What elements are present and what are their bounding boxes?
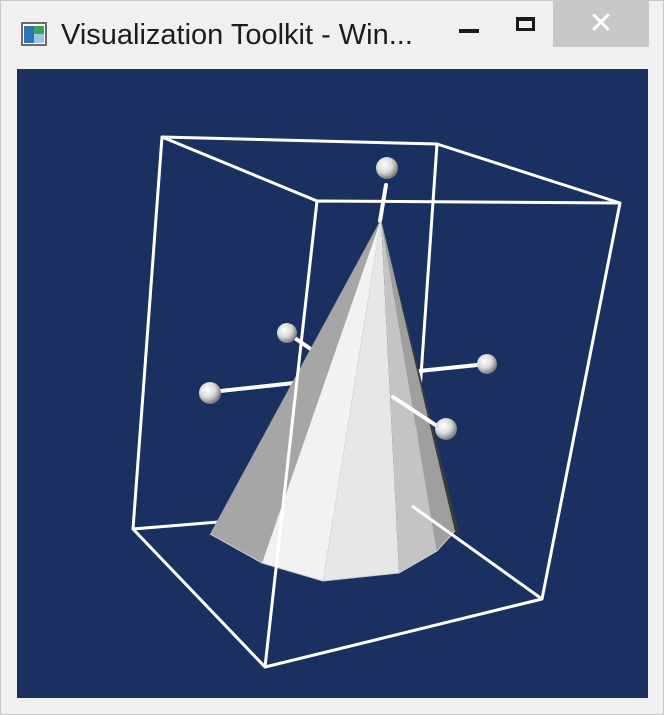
close-button[interactable]: ✕ — [553, 1, 649, 47]
vtk-window: Visualization Toolkit - Win... ✕ — [0, 0, 664, 715]
maximize-icon — [515, 17, 535, 31]
upper-left-handle-sphere[interactable] — [277, 323, 297, 343]
lower-right-handle-sphere[interactable] — [435, 418, 457, 440]
right-handle-sphere[interactable] — [477, 354, 497, 374]
close-icon: ✕ — [588, 6, 614, 41]
maximize-button[interactable] — [497, 1, 553, 47]
minimize-icon — [459, 29, 479, 33]
vtk-app-icon[interactable] — [21, 21, 47, 47]
render-viewport[interactable] — [17, 69, 648, 698]
minimize-button[interactable] — [441, 1, 497, 47]
top-handle-sphere[interactable] — [376, 157, 398, 179]
left-handle-sphere[interactable] — [199, 382, 221, 404]
window-title: Visualization Toolkit - Win... — [61, 19, 413, 51]
title-bar[interactable]: Visualization Toolkit - Win... ✕ — [1, 1, 663, 63]
render-canvas[interactable] — [17, 69, 648, 698]
